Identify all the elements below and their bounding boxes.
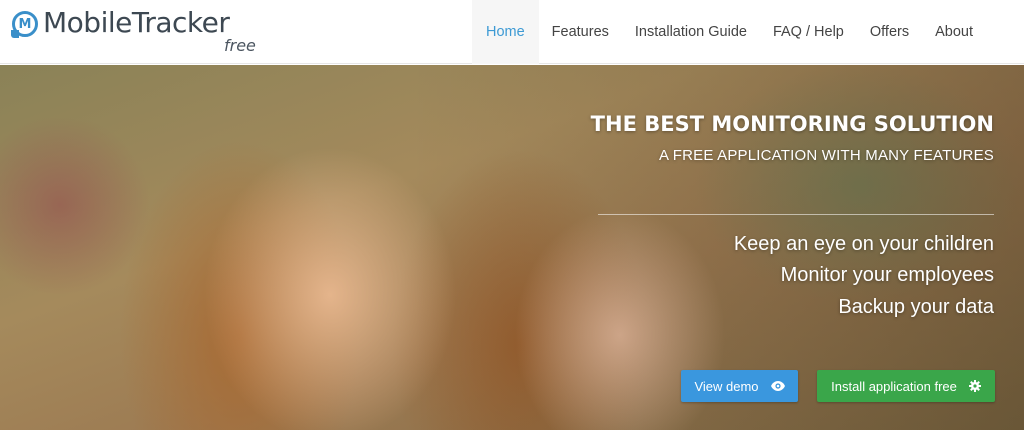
feature-line-children: Keep an eye on your children (733, 233, 994, 255)
install-app-label: Install application free (831, 378, 957, 394)
gear-icon (968, 380, 981, 392)
main-nav: Home Features Installation Guide FAQ / H… (471, 0, 986, 64)
logo-badge-icon: M (11, 11, 38, 38)
nav-offers[interactable]: Offers (857, 0, 922, 64)
nav-faq-help[interactable]: FAQ / Help (760, 0, 857, 64)
hero-subtitle: A FREE APPLICATION WITH MANY FEATURES (659, 147, 994, 164)
install-app-button[interactable]: Install application free (817, 370, 995, 402)
hero-banner: THE BEST MONITORING SOLUTION A FREE APPL… (0, 65, 1024, 430)
hero-title: THE BEST MONITORING SOLUTION (590, 112, 994, 136)
nav-installation-guide[interactable]: Installation Guide (622, 0, 760, 64)
feature-line-backup: Backup your data (838, 296, 994, 318)
eye-icon (770, 381, 785, 391)
site-logo[interactable]: M MobileTracker free (11, 6, 272, 57)
view-demo-button[interactable]: View demo (681, 370, 798, 402)
logo-tagline: free (224, 36, 256, 55)
logo-name: MobileTracker (43, 6, 230, 39)
view-demo-label: View demo (694, 378, 759, 394)
nav-features[interactable]: Features (539, 0, 622, 64)
feature-line-employees: Monitor your employees (780, 264, 994, 286)
hero-divider (598, 214, 994, 215)
nav-about[interactable]: About (922, 0, 986, 64)
top-navbar: M MobileTracker free Home Features Insta… (0, 0, 1024, 64)
nav-home[interactable]: Home (471, 0, 539, 64)
